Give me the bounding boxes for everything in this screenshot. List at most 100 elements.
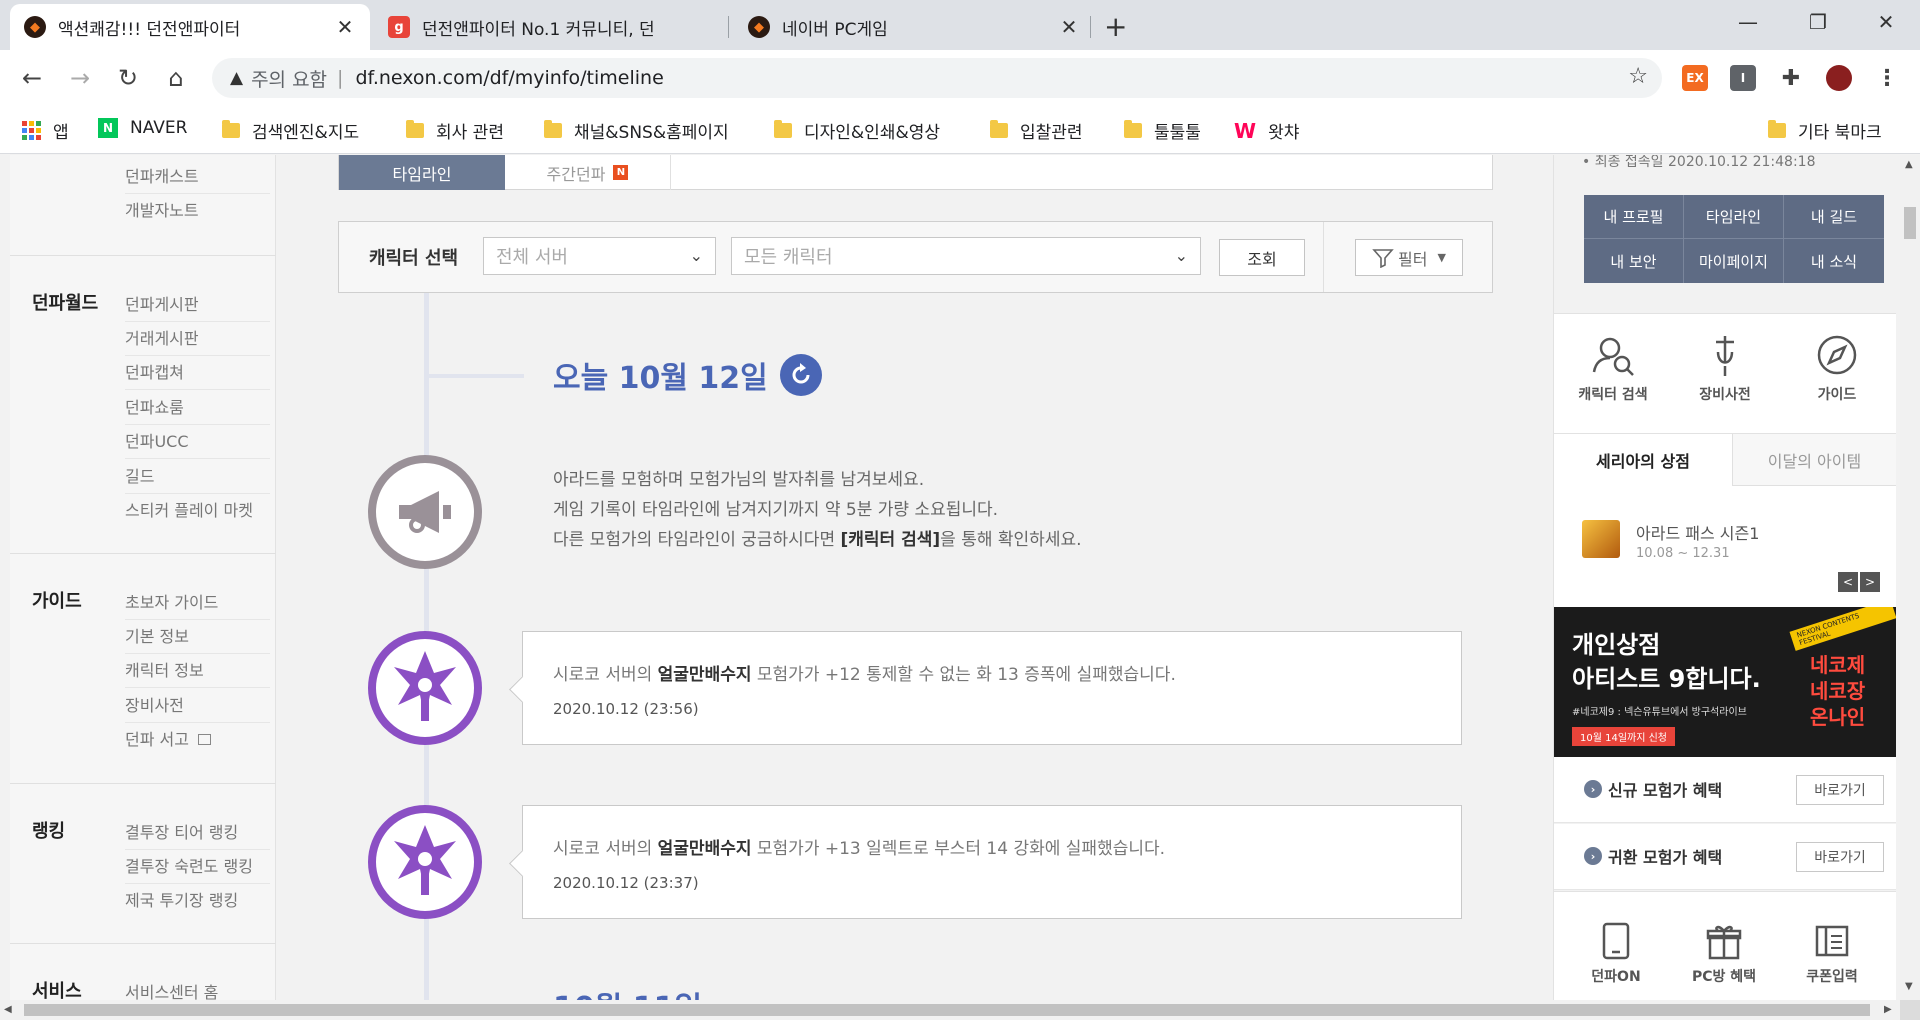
shop-item-title[interactable]: 아라드 패스 시즌1 (1636, 520, 1759, 544)
nav-item[interactable]: 던파 서고 (125, 726, 270, 756)
go-button[interactable]: 바로가기 (1796, 842, 1884, 872)
nav-item[interactable]: 던파캡쳐 (125, 359, 270, 390)
bookmark-label: 입찰관련 (1020, 123, 1083, 143)
bookmark-folder[interactable]: 입찰관련 (990, 118, 1083, 143)
warning-icon[interactable]: ▲ (230, 68, 243, 88)
reload-button[interactable]: ↻ (112, 62, 144, 94)
scroll-thumb[interactable] (24, 1004, 1870, 1016)
external-window-icon (198, 734, 212, 745)
filter-button[interactable]: 필터 ▼ (1355, 239, 1463, 276)
puzzle-icon[interactable]: ✚ (1778, 65, 1804, 91)
nav-item[interactable]: 결투장 티어 랭킹 (125, 819, 270, 850)
my-guild-link[interactable]: 내 길드 (1784, 195, 1884, 239)
benefit-label: › 귀환 모험가 혜택 (1584, 844, 1722, 868)
url-text[interactable]: df.nexon.com/df/myinfo/timeline (355, 67, 663, 89)
character-search-link[interactable]: [캐릭터 검색] (841, 530, 941, 550)
nav-item[interactable]: 초보자 가이드 (125, 589, 270, 620)
back-button[interactable]: ← (16, 62, 48, 94)
forward-button[interactable]: → (64, 62, 96, 94)
promo-banner[interactable]: 개인상점 아티스트 9합니다. #네코제9 : 넥슨유튜브에서 방구석라이브 1… (1554, 607, 1896, 757)
tab-community[interactable]: g 던전앤파이터 No.1 커뮤니티, 던 (374, 4, 734, 50)
window-close-button[interactable]: ✕ (1856, 6, 1916, 38)
nav-item[interactable]: 스티커 플레이 마켓 (125, 497, 270, 527)
tab-timeline[interactable]: 타임라인 (339, 155, 505, 190)
dnf-on-link[interactable]: 던파ON (1566, 922, 1666, 986)
nav-item[interactable]: 던파캐스트 (125, 163, 270, 194)
nav-item[interactable]: 결투장 숙련도 랭킹 (125, 853, 270, 884)
bookmark-watcha[interactable]: W 왓챠 (1234, 118, 1299, 144)
nav-item[interactable]: 제국 투기장 랭킹 (125, 887, 270, 917)
bookmark-folder[interactable]: 채널&SNS&홈페이지 (544, 118, 729, 143)
tab-monthly-item[interactable]: 이달의 아이템 (1732, 434, 1896, 486)
nav-item[interactable]: 개발자노트 (125, 197, 270, 227)
scroll-right-icon[interactable]: ▶ (1884, 1004, 1892, 1015)
my-security-link[interactable]: 내 보안 (1584, 239, 1684, 283)
close-icon[interactable]: ✕ (1058, 15, 1080, 39)
ex-extension-icon[interactable]: EX (1682, 65, 1708, 91)
scroll-thumb[interactable] (1904, 207, 1916, 239)
refresh-icon[interactable] (779, 354, 822, 396)
bookmark-folder[interactable]: 디자인&인쇄&영상 (774, 118, 940, 143)
coupon-link[interactable]: 쿠폰입력 (1782, 922, 1882, 986)
filter-button-label: 필터 (1398, 249, 1428, 269)
banner-side-line: 네코장 (1810, 679, 1866, 703)
my-profile-link[interactable]: 내 프로필 (1584, 195, 1684, 239)
event-text: 모험가가 +13 일렉트로 부스터 14 강화에 실패했습니다. (751, 839, 1166, 859)
menu-kebab-icon[interactable]: ⋮ (1874, 65, 1900, 91)
my-timeline-link[interactable]: 타임라인 (1684, 195, 1784, 239)
mypage-link[interactable]: 마이페이지 (1684, 239, 1784, 283)
scroll-down-icon[interactable]: ▼ (1905, 981, 1913, 992)
bookmark-folder[interactable]: 툴툴툴 (1124, 118, 1201, 143)
nav-item[interactable]: 서비스센터 홈 (125, 979, 270, 1000)
character-select[interactable]: 모든 캐릭터 ⌄ (731, 237, 1201, 275)
horizontal-scrollbar[interactable]: ◀ ▶ (0, 1000, 1900, 1020)
close-icon[interactable]: ✕ (334, 15, 356, 39)
nav-item[interactable]: 캐릭터 정보 (125, 657, 270, 688)
nav-item[interactable]: 기본 정보 (125, 623, 270, 654)
vertical-scrollbar[interactable]: ▲ ▼ (1900, 155, 1920, 1000)
bookmark-other[interactable]: 기타 북마크 (1768, 118, 1882, 143)
new-badge: N (613, 165, 629, 180)
minimize-button[interactable]: — (1718, 6, 1778, 38)
bookmark-apps[interactable]: 앱 (22, 118, 69, 143)
bookmark-folder[interactable]: 검색엔진&지도 (222, 118, 359, 143)
view-button[interactable]: 조회 (1219, 239, 1305, 276)
nav-item[interactable]: 던파게시판 (125, 291, 270, 322)
tab-weekly[interactable]: 주간던파 N (505, 155, 671, 190)
bookmark-label: 채널&SNS&홈페이지 (574, 123, 729, 143)
server-select[interactable]: 전체 서버 ⌄ (483, 237, 716, 275)
home-button[interactable]: ⌂ (160, 62, 192, 94)
nav-item[interactable]: 장비사전 (125, 692, 270, 723)
nav-item[interactable]: 던파UCC (125, 428, 270, 459)
pc-bang-link[interactable]: PC방 혜택 (1674, 922, 1774, 986)
tab-naver-game[interactable]: ◆ 네이버 PC게임 ✕ (734, 4, 1094, 50)
tab-seria-shop[interactable]: 세리아의 상점 (1554, 434, 1732, 486)
my-news-link[interactable]: 내 소식 (1784, 239, 1884, 283)
guide-link[interactable]: 가이드 (1782, 332, 1892, 404)
scroll-up-icon[interactable]: ▲ (1905, 159, 1913, 170)
bookmark-star-icon[interactable]: ☆ (1628, 64, 1648, 89)
scroll-left-icon[interactable]: ◀ (4, 1004, 12, 1015)
shop-item-thumbnail[interactable] (1582, 520, 1620, 558)
tab-dnf[interactable]: ◆ 액션쾌감!!! 던전앤파이터 ✕ (10, 4, 370, 50)
character-search-link[interactable]: 캐릭터 검색 (1558, 332, 1668, 404)
maximize-button[interactable]: ❐ (1788, 6, 1848, 38)
new-tab-button[interactable]: + (1104, 10, 1127, 43)
i-extension-icon[interactable]: I (1730, 65, 1756, 91)
go-button[interactable]: 바로가기 (1796, 775, 1884, 805)
nav-item[interactable]: 던파쇼룸 (125, 394, 270, 425)
address-bar[interactable]: ▲ 주의 요함 | df.nexon.com/df/myinfo/timelin… (212, 58, 1662, 98)
bottom-links: 던파ON PC방 혜택 쿠폰입력 (1554, 891, 1896, 1000)
character-name: 얼굴만배수지 (657, 665, 752, 685)
select-value: 전체 서버 (496, 247, 568, 268)
equipment-dictionary-link[interactable]: 장비사전 (1670, 332, 1780, 404)
next-arrow-icon[interactable]: > (1860, 572, 1880, 592)
avatar[interactable] (1826, 65, 1852, 91)
nav-item[interactable]: 거래게시판 (125, 325, 270, 356)
nav-section-title: 랭킹 (32, 821, 66, 842)
bookmark-folder[interactable]: 회사 관련 (406, 118, 504, 143)
prev-arrow-icon[interactable]: < (1838, 572, 1858, 592)
bookmark-naver[interactable]: N NAVER (98, 118, 187, 138)
benefit-text: 귀환 모험가 혜택 (1608, 848, 1723, 867)
nav-item[interactable]: 길드 (125, 463, 270, 494)
